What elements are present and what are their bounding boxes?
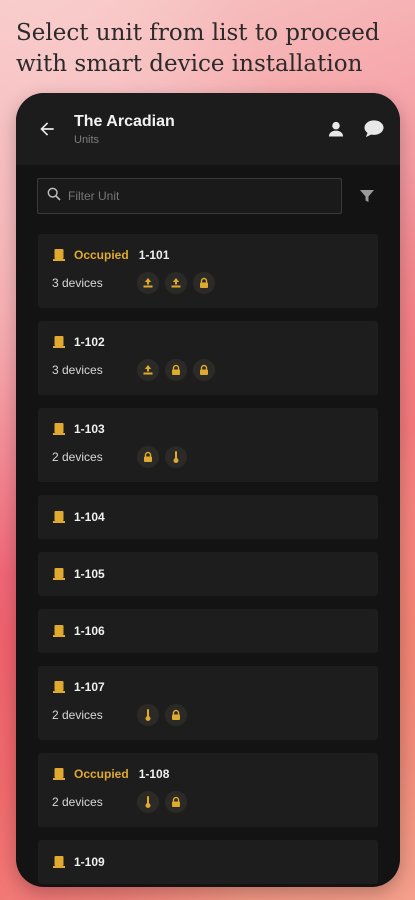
device-count: 2 devices — [52, 450, 103, 464]
thermostat-icon — [137, 272, 159, 294]
device-count: 3 devices — [52, 363, 103, 377]
filter-row — [16, 165, 400, 214]
building-icon — [52, 567, 66, 581]
device-icons — [137, 272, 215, 294]
lock-icon — [193, 359, 215, 381]
back-arrow-icon[interactable] — [34, 116, 60, 142]
lock-icon — [193, 272, 215, 294]
device-count: 2 devices — [52, 795, 103, 809]
lock-icon — [165, 791, 187, 813]
building-icon — [52, 335, 66, 349]
promo-headline: Select unit from list to proceed with sm… — [16, 20, 380, 77]
lock-icon — [137, 446, 159, 468]
chat-bubble-icon[interactable] — [362, 117, 386, 141]
unit-card[interactable]: Occupied 1-101 3 devices — [38, 234, 378, 308]
lock-icon — [165, 359, 187, 381]
unit-card[interactable]: 1-107 2 devices — [38, 666, 378, 740]
device-count: 3 devices — [52, 276, 103, 290]
unit-list: Occupied 1-101 3 devices 1-102 3 devices 1-10… — [16, 214, 400, 884]
building-icon — [52, 624, 66, 638]
unit-number: 1-102 — [74, 335, 105, 349]
unit-card[interactable]: 1-103 2 devices — [38, 408, 378, 482]
unit-number: 1-104 — [74, 510, 105, 524]
filter-unit-input[interactable] — [68, 189, 318, 203]
occupied-status: Occupied — [74, 248, 129, 262]
search-box — [37, 178, 342, 214]
device-icons — [137, 791, 187, 813]
unit-card[interactable]: 1-105 — [38, 552, 378, 596]
unit-card[interactable]: Occupied 1-108 2 devices — [38, 753, 378, 827]
unit-card[interactable]: 1-104 — [38, 495, 378, 539]
building-icon — [52, 510, 66, 524]
unit-number: 1-108 — [138, 767, 170, 781]
thermostat-icon — [137, 359, 159, 381]
unit-card[interactable]: 1-109 — [38, 840, 378, 884]
building-icon — [52, 855, 66, 869]
building-icon — [52, 248, 66, 262]
temperature-sensor-icon — [137, 791, 159, 813]
page-subtitle: Units — [74, 133, 100, 146]
unit-number: 1-109 — [74, 855, 105, 869]
thermostat-icon — [165, 272, 187, 294]
person-icon[interactable] — [324, 117, 348, 141]
building-icon — [52, 680, 66, 694]
device-icons — [137, 704, 187, 726]
device-icons — [137, 359, 215, 381]
device-icons — [137, 446, 187, 468]
occupied-status: Occupied — [74, 767, 129, 781]
unit-number: 1-107 — [74, 680, 105, 694]
temperature-sensor-icon — [137, 704, 159, 726]
filter-funnel-icon[interactable] — [354, 183, 380, 209]
unit-number: 1-105 — [74, 567, 105, 581]
device-count: 2 devices — [52, 708, 103, 722]
unit-number: 1-101 — [138, 248, 170, 262]
unit-card[interactable]: 1-102 3 devices — [38, 321, 378, 395]
phone-frame: The Arcadian Units Occupied 1-101 3 device… — [16, 93, 400, 887]
page-title: The Arcadian — [74, 112, 175, 130]
app-bar: The Arcadian Units — [16, 93, 400, 165]
unit-number: 1-106 — [74, 624, 105, 638]
building-icon — [52, 422, 66, 436]
unit-card[interactable]: 1-106 — [38, 609, 378, 653]
lock-icon — [165, 704, 187, 726]
temperature-sensor-icon — [165, 446, 187, 468]
search-icon — [46, 186, 62, 207]
unit-number: 1-103 — [74, 422, 105, 436]
building-icon — [52, 767, 66, 781]
